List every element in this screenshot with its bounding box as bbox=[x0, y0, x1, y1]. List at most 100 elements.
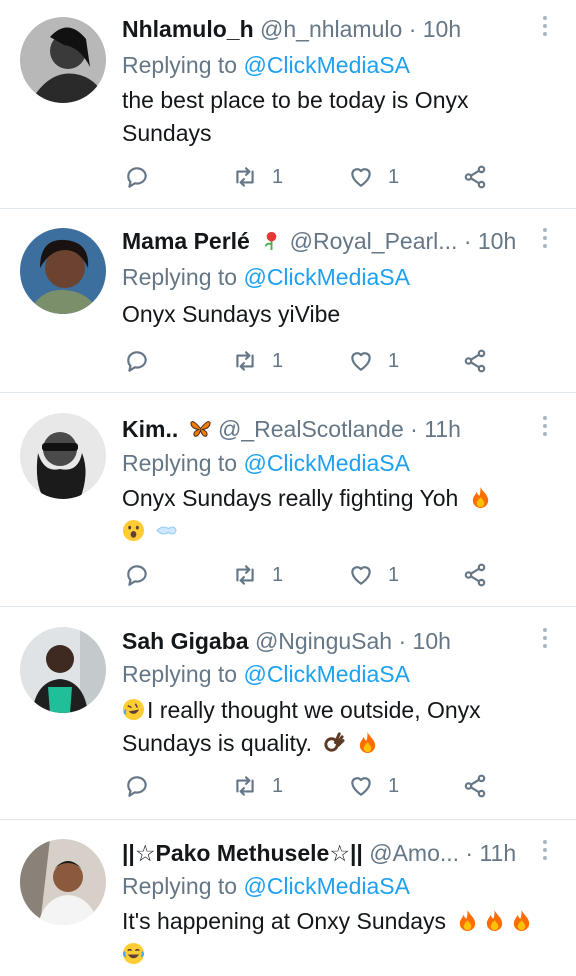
retweet-count: 1 bbox=[272, 563, 284, 586]
reply-button[interactable] bbox=[124, 771, 150, 801]
replying-to-label: Replying to bbox=[122, 450, 238, 476]
avatar[interactable] bbox=[20, 627, 106, 713]
tweet-text-line: Sundays bbox=[122, 120, 212, 146]
user-handle[interactable]: @Royal_Pearl... bbox=[290, 228, 458, 254]
like-button[interactable]: 1 bbox=[348, 346, 399, 376]
user-handle[interactable]: @NginguSah bbox=[255, 628, 392, 654]
retweet-icon bbox=[236, 167, 254, 187]
tweet-header: Kim.. @_RealScotlande · 11h bbox=[122, 414, 526, 444]
replying-to-label: Replying to bbox=[122, 264, 238, 290]
more-options-icon[interactable] bbox=[538, 838, 552, 864]
more-options-icon[interactable] bbox=[538, 14, 552, 40]
share-icon bbox=[464, 563, 486, 587]
share-button[interactable] bbox=[462, 162, 488, 192]
reply-mention-link[interactable]: @ClickMediaSA bbox=[243, 450, 410, 476]
reply-mention-link[interactable]: @ClickMediaSA bbox=[243, 264, 410, 290]
reply-button[interactable] bbox=[124, 560, 150, 590]
retweet-icon bbox=[236, 351, 254, 371]
reply-mention-link[interactable]: @ClickMediaSA bbox=[243, 52, 410, 78]
display-name[interactable]: Sah Gigaba bbox=[122, 628, 249, 654]
tweet[interactable]: Kim.. @_RealScotlande · 11h Replying to … bbox=[0, 393, 576, 606]
like-icon bbox=[351, 168, 371, 187]
replying-to: Replying to @ClickMediaSA bbox=[122, 448, 410, 478]
more-options-icon[interactable] bbox=[538, 414, 552, 440]
tweet-header: ||☆Pako Methusele☆|| @Amo... · 11h bbox=[122, 838, 526, 868]
fire-emoji bbox=[487, 909, 503, 932]
ok-hand-emoji bbox=[324, 732, 345, 752]
fire-emoji bbox=[514, 909, 530, 932]
avatar[interactable] bbox=[20, 17, 106, 103]
reply-mention-link[interactable]: @ClickMediaSA bbox=[243, 873, 410, 899]
tweet-actions: 1 1 bbox=[124, 771, 504, 801]
tweet-text-line bbox=[118, 938, 546, 971]
share-button[interactable] bbox=[462, 346, 488, 376]
retweet-icon bbox=[236, 776, 254, 796]
user-handle[interactable]: @Amo... bbox=[369, 840, 459, 866]
more-options-icon[interactable] bbox=[538, 626, 552, 652]
display-name[interactable]: Nhlamulo_h bbox=[122, 16, 254, 42]
timestamp[interactable]: · 11h bbox=[410, 416, 461, 442]
display-name[interactable]: ||☆Pako Methusele☆|| bbox=[122, 840, 363, 866]
tweet-actions: 1 1 bbox=[124, 162, 504, 192]
share-icon bbox=[464, 774, 486, 798]
like-button[interactable]: 1 bbox=[348, 771, 399, 801]
replying-to: Replying to @ClickMediaSA bbox=[122, 50, 410, 80]
tweet-header: Mama Perlé @Royal_Pearl... · 10h bbox=[122, 226, 526, 256]
retweet-button[interactable]: 1 bbox=[232, 771, 283, 801]
avatar[interactable] bbox=[20, 228, 106, 314]
share-button[interactable] bbox=[462, 560, 488, 590]
retweet-button[interactable]: 1 bbox=[232, 162, 283, 192]
reply-icon bbox=[127, 776, 147, 797]
replying-to: Replying to @ClickMediaSA bbox=[122, 659, 410, 689]
avatar[interactable] bbox=[20, 413, 106, 499]
tweet-text: It's happening at Onxy Sundays bbox=[122, 905, 546, 971]
retweet-button[interactable]: 1 bbox=[232, 560, 283, 590]
share-button[interactable] bbox=[462, 771, 488, 801]
like-button[interactable]: 1 bbox=[348, 162, 399, 192]
rolling-laughing-emoji bbox=[122, 698, 145, 721]
tweet-text: Onyx Sundays really fighting Yoh bbox=[122, 482, 546, 548]
timestamp[interactable]: · 10h bbox=[409, 16, 461, 42]
tweet[interactable]: ||☆Pako Methusele☆|| @Amo... · 11h Reply… bbox=[0, 820, 576, 976]
tweet-text-line: Onyx Sundays really fighting Yoh bbox=[122, 482, 546, 515]
avatar[interactable] bbox=[20, 839, 106, 925]
tweet[interactable]: Mama Perlé @Royal_Pearl... · 10h Replyin… bbox=[0, 209, 576, 392]
timestamp[interactable]: · 10h bbox=[464, 228, 516, 254]
more-options-icon[interactable] bbox=[538, 226, 552, 252]
timestamp[interactable]: · 11h bbox=[465, 840, 516, 866]
display-name[interactable]: Kim.. bbox=[122, 416, 178, 442]
timestamp[interactable]: · 10h bbox=[399, 628, 451, 654]
fire-emoji bbox=[359, 731, 376, 754]
user-handle[interactable]: @h_nhlamulo bbox=[260, 16, 402, 42]
reply-button[interactable] bbox=[124, 346, 150, 376]
reply-mention-link[interactable]: @ClickMediaSA bbox=[243, 661, 410, 687]
tweet[interactable]: Sah Gigaba @NginguSah · 10h Replying to … bbox=[0, 607, 576, 819]
tweet-text-line: I really thought we outside, Onyx bbox=[122, 694, 546, 727]
tweet-text-line: the best place to be today is Onyx bbox=[122, 87, 469, 113]
tweet-text-line: Onyx Sundays yiVibe bbox=[122, 301, 341, 327]
tears-of-joy-emoji bbox=[122, 942, 145, 965]
like-icon bbox=[351, 777, 371, 796]
reply-icon bbox=[127, 167, 147, 188]
user-handle[interactable]: @_RealScotlande bbox=[218, 416, 404, 442]
retweet-count: 1 bbox=[272, 774, 284, 797]
like-icon bbox=[351, 352, 371, 371]
retweet-icon bbox=[236, 565, 254, 585]
tweet-text: the best place to be today is Onyx Sunda… bbox=[122, 84, 546, 150]
like-count: 1 bbox=[388, 165, 400, 188]
retweet-button[interactable]: 1 bbox=[232, 346, 283, 376]
tweet-text-line: It's happening at Onxy Sundays bbox=[122, 905, 546, 938]
reply-feed: Nhlamulo_h @h_nhlamulo · 10h Replying to… bbox=[0, 0, 576, 976]
tweet[interactable]: Nhlamulo_h @h_nhlamulo · 10h Replying to… bbox=[0, 0, 576, 208]
tweet-header: Sah Gigaba @NginguSah · 10h bbox=[122, 626, 526, 656]
tweet-header: Nhlamulo_h @h_nhlamulo · 10h bbox=[122, 14, 526, 44]
retweet-count: 1 bbox=[272, 165, 284, 188]
like-button[interactable]: 1 bbox=[348, 560, 399, 590]
share-icon bbox=[464, 165, 486, 189]
reply-button[interactable] bbox=[124, 162, 150, 192]
reply-icon bbox=[127, 565, 147, 586]
rose-icon bbox=[265, 231, 277, 251]
display-name[interactable]: Mama Perlé bbox=[122, 228, 250, 254]
like-count: 1 bbox=[388, 349, 400, 372]
reply-icon bbox=[127, 351, 147, 372]
